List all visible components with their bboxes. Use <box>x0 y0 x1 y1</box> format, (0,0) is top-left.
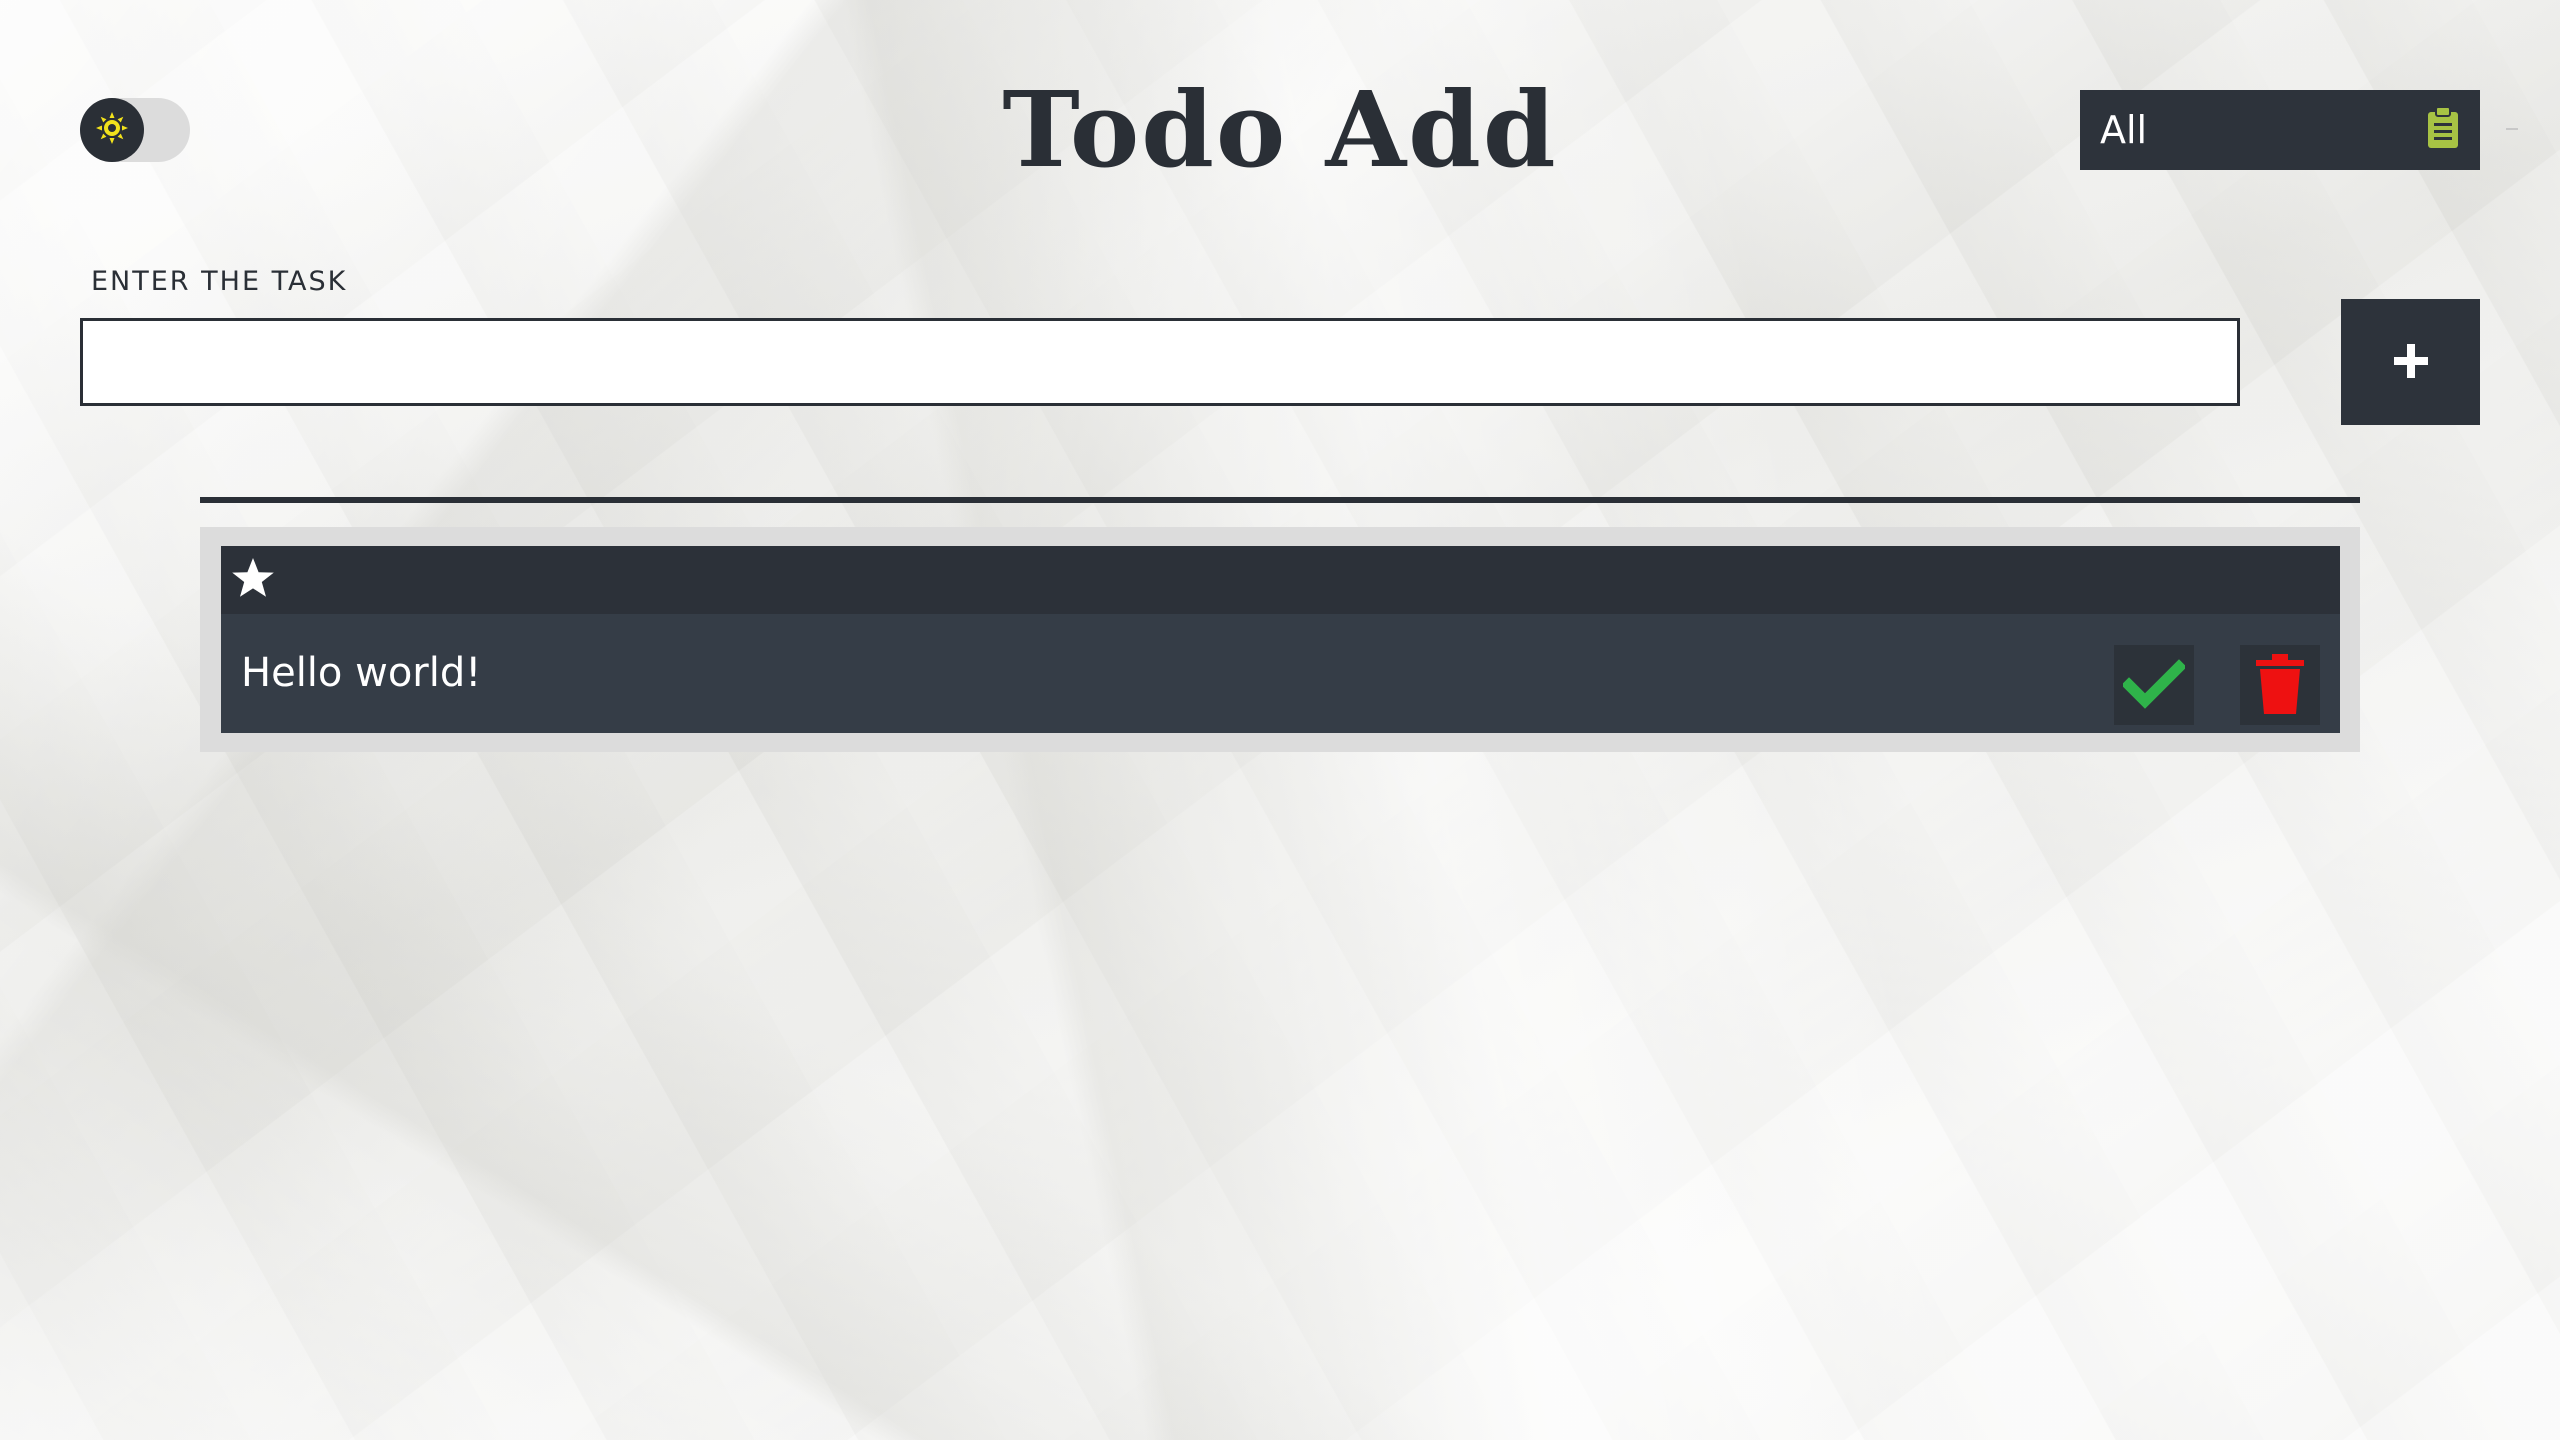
star-button[interactable] <box>229 556 277 604</box>
todo-item: Hello world! <box>221 546 2340 733</box>
complete-button[interactable] <box>2114 645 2194 725</box>
decorative-dash <box>2506 128 2518 130</box>
filter-select[interactable]: All <box>2080 90 2480 170</box>
todo-item-header <box>221 546 2340 614</box>
task-input-label: ENTER THE TASK <box>91 266 348 297</box>
check-icon <box>2121 658 2187 712</box>
plus-icon <box>2392 342 2430 383</box>
filter-selected-value: All <box>2100 108 2148 152</box>
add-task-button[interactable] <box>2341 299 2480 425</box>
divider <box>200 497 2360 503</box>
trash-icon <box>2254 652 2306 719</box>
clipboard-icon <box>2426 106 2460 154</box>
star-icon <box>231 556 275 604</box>
delete-button[interactable] <box>2240 645 2320 725</box>
todo-list: Hello world! <box>200 527 2360 752</box>
todo-text: Hello world! <box>241 650 482 696</box>
task-input[interactable] <box>80 318 2240 406</box>
